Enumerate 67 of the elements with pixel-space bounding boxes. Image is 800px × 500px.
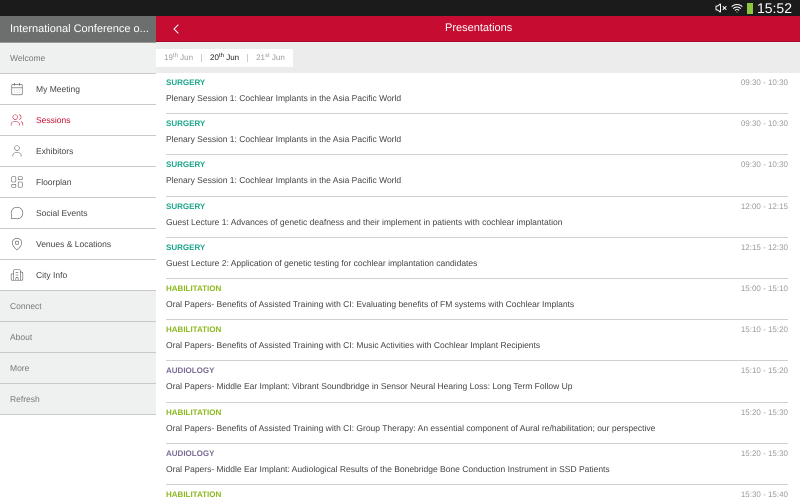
presentation-row[interactable]: SURGERY Plenary Session 1: Cochlear Implants in the Asia Pacific World 09:30 - 10:30 [166, 155, 788, 197]
calendar-icon [10, 82, 24, 96]
person-icon [10, 144, 24, 158]
sidebar-section[interactable]: About [0, 322, 156, 353]
sidebar-section[interactable]: Connect [0, 291, 156, 322]
presentation-row[interactable]: HABILITATION Oral Papers- Benefits of Assisted Training with CI: Group Therapy: An essential component of Aural re/habilitation; our perspective 15:20 - 15:30 [166, 402, 788, 444]
mute-icon [714, 2, 727, 14]
time-range: 09:30 - 10:30 [740, 118, 788, 130]
building-icon [10, 268, 24, 282]
presentation-title: Plenary Session 1: Cochlear Implants in the Asia Pacific World [166, 133, 402, 146]
time-range: 15:20 - 15:30 [740, 448, 788, 460]
sidebar-item-label: Venues & Locations [36, 238, 112, 250]
category-label: HABILITATION [166, 406, 222, 418]
time-range: 12:15 - 12:30 [740, 242, 788, 254]
category-label: AUDIOLOGY [166, 365, 216, 378]
presentation-row[interactable]: AUDIOLOGY Oral Papers- Middle Ear Implant: Audiological Results of the Bonebridge Bone Conduction Instrument in SSD Patients 15:20 - 15:30 [166, 444, 788, 485]
sidebar-item-label: City Info [36, 268, 68, 282]
sidebar-title: International Conference o... [0, 16, 156, 42]
battery-icon [746, 2, 753, 14]
sidebar-section[interactable]: Refresh [0, 384, 156, 415]
time-range: 15:20 - 15:30 [740, 406, 788, 418]
time-range: 15:10 - 15:20 [740, 365, 788, 378]
sidebar-item-label: Floorplan [36, 176, 72, 188]
presentation-title: Guest Lecture 1: Advances of genetic deafness and their implement in patients with cochlear implantation [166, 216, 562, 228]
sidebar-item-label: Social Events [36, 206, 88, 220]
time-range: 09:30 - 10:30 [740, 159, 788, 172]
presentation-row[interactable]: HABILITATION Oral Papers- Benefits of Assisted Training with CI: Music Activities with Cochlear Implant Recipients 15:10 - 15:20 [166, 320, 788, 362]
people-icon [10, 113, 24, 127]
presentation-title: Plenary Session 1: Cochlear Implants in the Asia Pacific World [166, 174, 402, 188]
presentation-row[interactable]: HABILITATION Oral Papers- Benefits of Assisted Training with CI: Evaluating benefits of FM systems with Cochlear Implants 15:00 - 15:10 [166, 278, 788, 320]
category-label: HABILITATION [166, 488, 222, 500]
time-range: 15:00 - 15:10 [740, 282, 788, 295]
presentation-title: Oral Papers- Middle Ear Implant: Audiological Results of the Bonebridge Bone Conduction Instrument in SSD Patients [166, 462, 610, 476]
date-tab[interactable]: 20$^{th}$ Jun [201, 54, 248, 62]
time-range: 09:30 - 10:30 [740, 77, 788, 89]
time-range: 15:30 - 15:40 [740, 488, 788, 500]
presentation-title: Guest Lecture 2: Application of genetic testing for cochlear implantation candidates [166, 256, 478, 270]
presentation-row[interactable]: AUDIOLOGY Oral Papers- Middle Ear Implant: Vibrant Soundbridge in Sensor Neural Hearing Loss: Long Term Follow Up 15:10 - 15:20 [166, 361, 788, 402]
category-label: SURGERY [166, 200, 206, 213]
floorplan-icon [10, 175, 24, 189]
category-label: SURGERY [166, 159, 206, 172]
time-range: 15:10 - 15:20 [740, 324, 788, 336]
presentation-row[interactable]: SURGERY Guest Lecture 1: Advances of genetic deafness and their implement in patients with cochlear implantation 12:00 - 12:15 [166, 196, 788, 238]
map-pin-icon [10, 237, 24, 251]
time-range: 12:00 - 12:15 [740, 200, 788, 213]
presentation-row[interactable]: SURGERY Guest Lecture 2: Application of genetic testing for cochlear implantation candidates 12:15 - 12:30 [166, 238, 788, 279]
category-label: SURGERY [166, 242, 206, 254]
sidebar-item-label: My Meeting [36, 82, 80, 96]
sidebar-item-label: Sessions [36, 114, 70, 126]
category-label: HABILITATION [166, 324, 222, 336]
presentation-title: Oral Papers- Middle Ear Implant: Vibrant Soundbridge in Sensor Neural Hearing Loss: Long Term Follow Up [166, 380, 572, 394]
status-time: 15:52 [756, 1, 792, 15]
sidebar-section[interactable]: Welcome [0, 43, 156, 74]
category-label: HABILITATION [166, 282, 222, 295]
presentation-title: Oral Papers- Benefits of Assisted Training with CI: Music Activities with Cochlear Implant Recipients [166, 339, 540, 352]
presentation-title: Oral Papers- Benefits of Assisted Training with CI: Evaluating benefits of FM systems with Cochlear Implants [166, 298, 574, 311]
sidebar-section[interactable]: More [0, 353, 156, 384]
sidebar-item-label: Exhibitors [36, 144, 74, 158]
presentation-title: Plenary Session 1: Cochlear Implants in the Asia Pacific World [166, 92, 402, 105]
category-label: SURGERY [166, 118, 206, 130]
presentation-title: Oral Papers- Benefits of Assisted Training with CI: Group Therapy: An essential component of Aural re/habilitation; our perspective [166, 422, 656, 434]
presentation-row[interactable]: SURGERY Plenary Session 1: Cochlear Implants in the Asia Pacific World 09:30 - 10:30 [166, 114, 788, 156]
presentation-row[interactable]: SURGERY Plenary Session 1: Cochlear Implants in the Asia Pacific World 09:30 - 10:30 [166, 73, 788, 114]
header-title: Presentations [445, 21, 512, 36]
speech-bubble-icon [10, 206, 24, 220]
category-label: AUDIOLOGY [166, 448, 216, 460]
category-label: SURGERY [166, 77, 206, 89]
